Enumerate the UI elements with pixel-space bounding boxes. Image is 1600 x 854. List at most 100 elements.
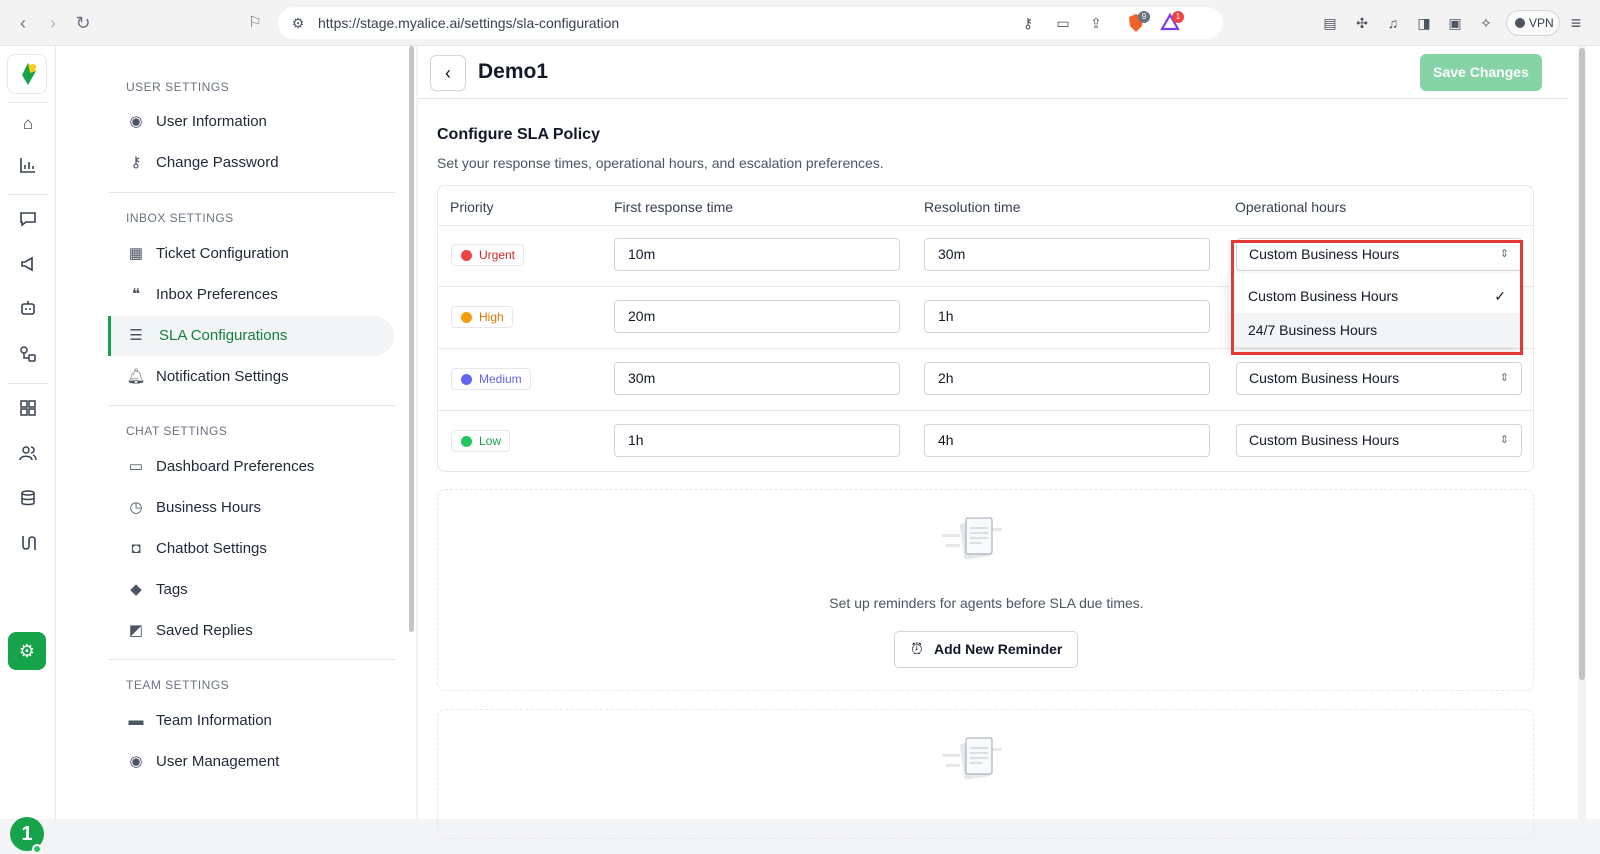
section-inbox-settings: INBOX SETTINGS xyxy=(126,211,234,225)
sidebar-item-user-information[interactable]: ◉ User Information xyxy=(108,102,394,142)
resolution-input[interactable]: 30m xyxy=(924,238,1210,271)
bell-icon: 🔔︎ xyxy=(126,368,146,385)
save-changes-button[interactable]: Save Changes xyxy=(1420,54,1542,91)
share-icon[interactable]: ⇪ xyxy=(1086,13,1106,33)
bot-icon[interactable] xyxy=(14,298,42,326)
robot-icon: ◘ xyxy=(131,540,141,557)
first-response-input[interactable]: 20m xyxy=(614,300,900,333)
reader-icon[interactable]: ▤ xyxy=(1320,13,1340,33)
address-bar[interactable]: ⚙ https://stage.myalice.ai/settings/sla-… xyxy=(278,7,1223,39)
alert-badge: 1 xyxy=(1172,11,1184,23)
nav-divider xyxy=(108,405,396,406)
column-header: Priority xyxy=(450,199,494,215)
section-team-settings: TEAM SETTINGS xyxy=(126,678,230,692)
analytics-icon[interactable] xyxy=(14,155,42,183)
resolution-input[interactable]: 1h xyxy=(924,300,1210,333)
route-icon[interactable] xyxy=(14,533,42,561)
leo-ai-icon[interactable]: ✧ xyxy=(1476,13,1496,33)
briefcase-icon: ▬ xyxy=(128,712,144,729)
workflow-icon[interactable] xyxy=(14,344,42,372)
extensions-icon[interactable]: ✣ xyxy=(1352,13,1372,33)
sidebar-toggle-icon[interactable]: ◨ xyxy=(1414,13,1434,33)
customers-icon[interactable] xyxy=(14,443,42,471)
reload-icon[interactable]: ↻ xyxy=(72,12,94,34)
first-response-input[interactable]: 10m xyxy=(614,238,900,271)
sidebar-item-business-hours[interactable]: ◷ Business Hours xyxy=(108,488,394,528)
settings-gear-icon[interactable]: ⚙ xyxy=(8,632,46,670)
add-new-reminder-button[interactable]: ⏰︎ Add New Reminder xyxy=(894,631,1078,668)
app-icon-rail: ⌂ ⚙ 1 xyxy=(0,46,56,854)
ticket-icon: ▦ xyxy=(128,245,144,262)
home-icon[interactable]: ⌂ xyxy=(14,110,42,138)
reminder-empty-state: Set up reminders for agents before SLA d… xyxy=(437,489,1534,691)
url-text: https://stage.myalice.ai/settings/sla-co… xyxy=(318,15,620,31)
chevron-updown-icon: ⇕ xyxy=(1499,434,1509,446)
page-header: ‹ Demo1 Save Changes xyxy=(418,46,1568,99)
resolution-input[interactable]: 4h xyxy=(924,424,1210,457)
sidebar-item-dashboard-preferences[interactable]: ▭ Dashboard Preferences xyxy=(108,447,394,487)
browser-toolbar: ‹ › ↻ ⚐ ⚙ https://stage.myalice.ai/setti… xyxy=(0,0,1600,46)
key-icon[interactable]: ⚷ xyxy=(1018,13,1038,33)
back-arrow-icon[interactable]: ‹ xyxy=(12,12,34,34)
online-status-icon xyxy=(32,844,42,854)
priority-badge-urgent: Urgent xyxy=(451,244,525,266)
wallet-icon[interactable]: ▣ xyxy=(1445,13,1465,33)
sidebar-item-tags[interactable]: ◆ Tags xyxy=(108,570,394,610)
key-icon: ⚷ xyxy=(130,154,142,171)
sidebar-item-sla-configurations[interactable]: ☰ SLA Configurations xyxy=(108,316,394,356)
priority-badge-low: Low xyxy=(451,430,511,452)
integrations-icon[interactable] xyxy=(14,398,42,426)
first-response-input[interactable]: 1h xyxy=(614,424,900,457)
rail-divider xyxy=(8,194,48,195)
vpn-button[interactable]: VPN xyxy=(1506,10,1560,36)
document-illustration-icon xyxy=(942,517,1002,560)
first-response-input[interactable]: 30m xyxy=(614,362,900,395)
database-icon[interactable] xyxy=(14,488,42,516)
saved-replies-icon: ◩ xyxy=(128,622,144,639)
workspace-logo[interactable] xyxy=(7,54,47,94)
operational-hours-select[interactable]: Custom Business Hours ⇕ xyxy=(1236,362,1522,395)
bookmark-icon[interactable]: ⚐ xyxy=(244,12,266,34)
sla-section-subtitle: Set your response times, operational hou… xyxy=(437,155,884,171)
forward-arrow-icon[interactable]: › xyxy=(42,12,64,34)
priority-dot xyxy=(461,374,472,385)
escalation-empty-state xyxy=(437,709,1534,839)
clock-icon: ◷ xyxy=(129,499,143,516)
column-header: Resolution time xyxy=(924,199,1021,215)
main-content: ‹ Demo1 Save Changes Configure SLA Polic… xyxy=(418,46,1600,839)
sidebar-scrollbar[interactable] xyxy=(409,46,414,632)
priority-dot xyxy=(461,312,472,323)
brave-badge: 9 xyxy=(1138,11,1150,23)
rail-divider xyxy=(8,102,48,103)
table-list-icon: ☰ xyxy=(129,327,143,344)
user-circle-icon: ◉ xyxy=(129,113,143,130)
table-divider xyxy=(438,225,1533,226)
resolution-input[interactable]: 2h xyxy=(924,362,1210,395)
section-user-settings: USER SETTINGS xyxy=(126,80,230,94)
vpn-label: VPN xyxy=(1529,16,1554,30)
menu-icon[interactable]: ≡ xyxy=(1566,13,1586,33)
site-settings-icon[interactable]: ⚙ xyxy=(288,13,308,33)
sidebar-item-ticket-configuration[interactable]: ▦ Ticket Configuration xyxy=(108,234,394,274)
inbox-tray-icon: ▭ xyxy=(128,458,144,475)
sidebar-item-notification-settings[interactable]: 🔔︎ Notification Settings xyxy=(108,357,394,397)
sidebar-item-saved-replies[interactable]: ◩ Saved Replies xyxy=(108,611,394,651)
sidebar-item-change-password[interactable]: ⚷ Change Password xyxy=(108,143,394,183)
broadcast-icon[interactable] xyxy=(14,254,42,282)
nav-divider xyxy=(108,659,396,660)
sidebar-item-inbox-preferences[interactable]: ❝ Inbox Preferences xyxy=(108,275,394,315)
priority-badge-medium: Medium xyxy=(451,368,531,390)
cast-icon[interactable]: ▭ xyxy=(1053,13,1073,33)
sidebar-item-chatbot-settings[interactable]: ◘ Chatbot Settings xyxy=(108,529,394,569)
music-icon[interactable]: ♫ xyxy=(1383,13,1403,33)
operational-hours-select[interactable]: Custom Business Hours ⇕ xyxy=(1236,424,1522,457)
nav-divider xyxy=(108,192,396,193)
chat-icon[interactable] xyxy=(14,209,42,237)
back-button[interactable]: ‹ xyxy=(430,55,466,91)
rail-divider xyxy=(8,383,48,384)
priority-dot xyxy=(461,250,472,261)
sidebar-item-team-information[interactable]: ▬ Team Information xyxy=(108,701,394,741)
row-divider xyxy=(438,410,1533,411)
main-scrollbar[interactable] xyxy=(1579,48,1585,680)
sidebar-item-user-management[interactable]: ◉ User Management xyxy=(108,742,394,782)
